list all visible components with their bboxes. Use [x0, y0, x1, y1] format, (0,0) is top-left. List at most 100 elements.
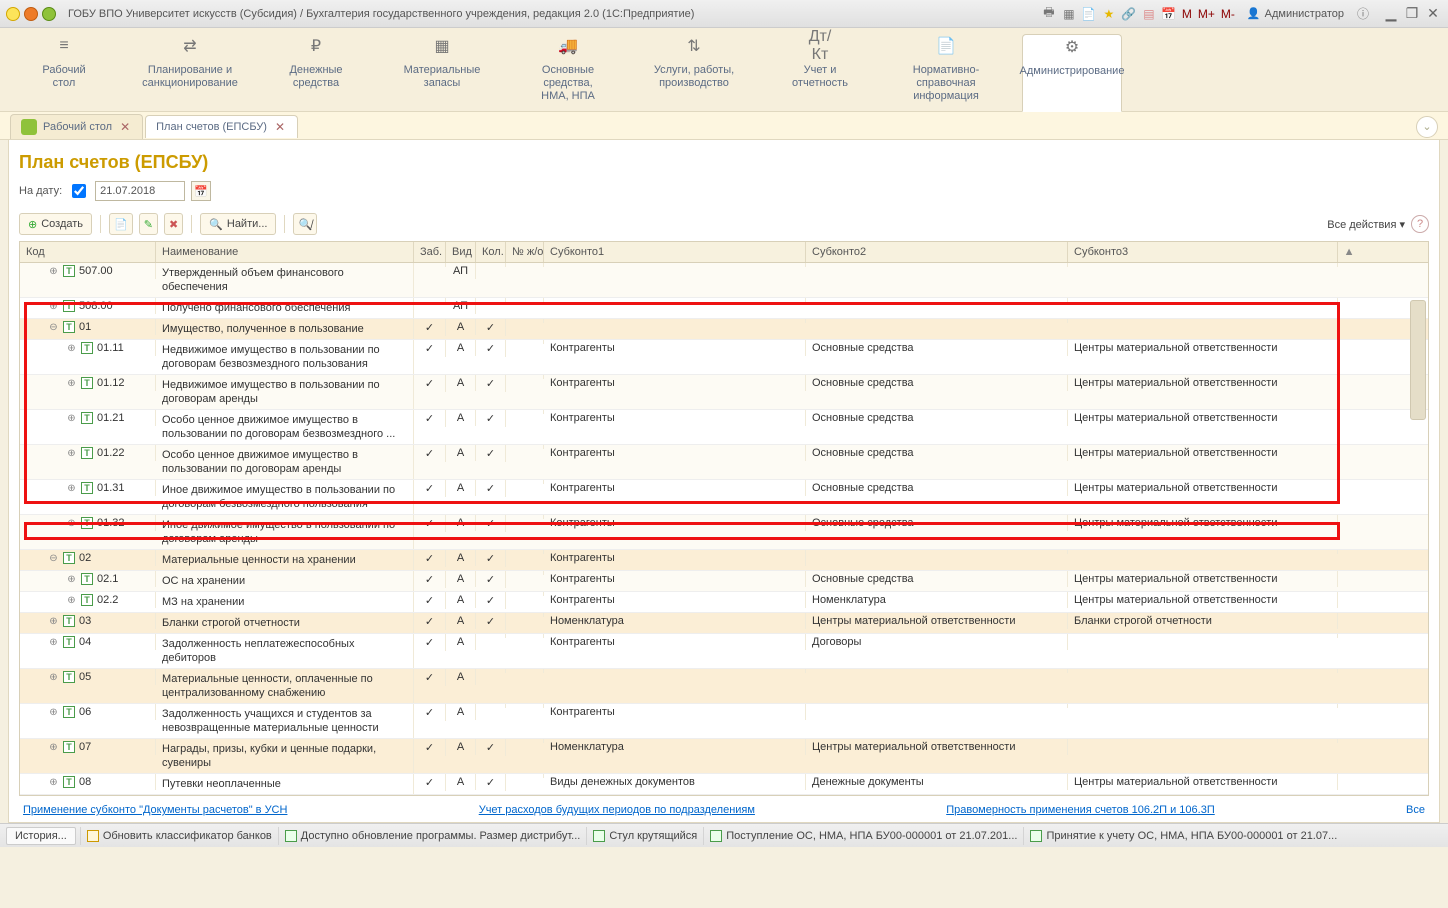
- table-body[interactable]: ⊕T507.00Утвержденный объем финансового о…: [20, 263, 1428, 796]
- col-name[interactable]: Наименование: [156, 242, 414, 262]
- expand-icon[interactable]: ⊕: [66, 343, 77, 354]
- col-kol[interactable]: Кол.: [476, 242, 506, 262]
- table-row[interactable]: ⊕T09Запасные части к транспортным средст…: [20, 795, 1428, 796]
- print-icon[interactable]: 🖶: [1040, 5, 1058, 23]
- star-icon[interactable]: ★: [1100, 5, 1118, 23]
- table-row[interactable]: ⊖T01Имущество, полученное в пользование✓…: [20, 319, 1428, 340]
- ribbon-item-3[interactable]: ▦Материальныезапасы: [392, 34, 492, 111]
- all-actions-button[interactable]: Все действия ▾: [1327, 218, 1405, 231]
- link-accounts-106[interactable]: Правомерность применения счетов 106.2П и…: [946, 804, 1215, 816]
- expand-icon[interactable]: ⊕: [66, 378, 77, 389]
- ribbon-item-6[interactable]: Дт/КтУчет иотчетность: [770, 34, 870, 111]
- expand-icon[interactable]: ⊕: [66, 413, 77, 424]
- status-item[interactable]: Принятие к учету ОС, НМА, НПА БУ00-00000…: [1023, 827, 1343, 845]
- tabbar-more-icon[interactable]: ⌄: [1416, 116, 1438, 138]
- table-row[interactable]: ⊕T05Материальные ценности, оплаченные по…: [20, 669, 1428, 704]
- ribbon-item-0[interactable]: ≡Рабочийстол: [14, 34, 114, 111]
- window-btn-2[interactable]: [42, 7, 56, 21]
- date-checkbox[interactable]: [72, 184, 86, 198]
- table-row[interactable]: ⊕T07Награды, призы, кубки и ценные подар…: [20, 739, 1428, 774]
- ribbon-item-1[interactable]: ⇄Планирование исанкционирование: [140, 34, 240, 111]
- tab-close-icon[interactable]: ✕: [118, 120, 132, 134]
- ribbon-item-2[interactable]: ₽Денежныесредства: [266, 34, 366, 111]
- scroll-up-icon[interactable]: ▲: [1338, 242, 1360, 262]
- table-row[interactable]: ⊕T04Задолженность неплатежеспособных деб…: [20, 634, 1428, 669]
- ribbon-item-7[interactable]: 📄Нормативно-справочнаяинформация: [896, 34, 996, 111]
- table-row[interactable]: ⊕T02.1ОС на хранении✓А✓КонтрагентыОсновн…: [20, 571, 1428, 592]
- delete-button[interactable]: ✖: [164, 213, 183, 235]
- status-item[interactable]: Поступление ОС, НМА, НПА БУ00-000001 от …: [703, 827, 1023, 845]
- close-icon[interactable]: ✕: [1424, 5, 1442, 23]
- calendar-button-icon[interactable]: 📅: [191, 181, 211, 201]
- scroll-thumb[interactable]: [1410, 300, 1426, 420]
- expand-icon[interactable]: ⊕: [66, 448, 77, 459]
- table-row[interactable]: ⊕T03Бланки строгой отчетности✓А✓Номенкла…: [20, 613, 1428, 634]
- table-row[interactable]: ⊕T508.00Получено финансового обеспечения…: [20, 298, 1428, 319]
- edit-button[interactable]: ✎: [139, 213, 158, 235]
- link-usn[interactable]: Применение субконто "Документы расчетов"…: [23, 804, 287, 816]
- table-row[interactable]: ⊕T06Задолженность учащихся и студентов з…: [20, 704, 1428, 739]
- expand-icon[interactable]: ⊕: [66, 518, 77, 529]
- expand-icon[interactable]: ⊕: [48, 301, 59, 312]
- table-row[interactable]: ⊕T01.32Иное движимое имущество в пользов…: [20, 515, 1428, 550]
- create-button[interactable]: ⊕Создать: [19, 213, 92, 235]
- find-button[interactable]: 🔍Найти...: [200, 213, 276, 235]
- table-row[interactable]: ⊕T02.2МЗ на хранении✓А✓КонтрагентыНоменк…: [20, 592, 1428, 613]
- status-item[interactable]: Обновить классификатор банков: [80, 827, 278, 845]
- restore-icon[interactable]: ❐: [1403, 5, 1421, 23]
- status-item[interactable]: Стул крутящийся: [586, 827, 703, 845]
- m-btn[interactable]: M: [1180, 7, 1194, 21]
- expand-icon[interactable]: ⊕: [66, 574, 77, 585]
- calc-icon[interactable]: ▤: [1140, 5, 1158, 23]
- table-row[interactable]: ⊕T01.12Недвижимое имущество в пользовани…: [20, 375, 1428, 410]
- history-button[interactable]: История...: [6, 827, 76, 845]
- user-label[interactable]: 👤 Администратор: [1241, 7, 1350, 20]
- table-row[interactable]: ⊕T01.21Особо ценное движимое имущество в…: [20, 410, 1428, 445]
- col-jo[interactable]: № ж/о: [506, 242, 544, 262]
- ribbon-item-5[interactable]: ⇅Услуги, работы,производство: [644, 34, 744, 111]
- date-input[interactable]: 21.07.2018: [95, 181, 185, 201]
- m-plus-btn[interactable]: M+: [1196, 7, 1217, 21]
- tab-desktop[interactable]: Рабочий стол ✕: [10, 114, 143, 139]
- expand-icon[interactable]: ⊕: [66, 483, 77, 494]
- help-icon[interactable]: ?: [1411, 215, 1429, 233]
- table-row[interactable]: ⊕T01.31Иное движимое имущество в пользов…: [20, 480, 1428, 515]
- grid-icon[interactable]: ▦: [1060, 5, 1078, 23]
- col-zab[interactable]: Заб.: [414, 242, 446, 262]
- table-row[interactable]: ⊕T08Путевки неоплаченные✓А✓Виды денежных…: [20, 774, 1428, 795]
- calendar-icon[interactable]: 📅: [1160, 5, 1178, 23]
- expand-icon[interactable]: ⊕: [48, 672, 59, 683]
- status-item[interactable]: Доступно обновление программы. Размер ди…: [278, 827, 587, 845]
- expand-icon[interactable]: ⊕: [66, 595, 77, 606]
- tab-plan-accounts[interactable]: План счетов (ЕПСБУ) ✕: [145, 115, 298, 138]
- info-icon[interactable]: ⓘ: [1354, 5, 1372, 23]
- ribbon-item-4[interactable]: 🚚Основные средства,НМА, НПА: [518, 34, 618, 111]
- window-btn-1[interactable]: [24, 7, 38, 21]
- link-all[interactable]: Все: [1406, 804, 1425, 816]
- table-row[interactable]: ⊕T507.00Утвержденный объем финансового о…: [20, 263, 1428, 298]
- expand-icon[interactable]: ⊕: [48, 616, 59, 627]
- expand-icon[interactable]: ⊕: [48, 266, 59, 277]
- link-future-expenses[interactable]: Учет расходов будущих периодов по подраз…: [479, 804, 755, 816]
- expand-icon[interactable]: ⊕: [48, 707, 59, 718]
- table-row[interactable]: ⊕T01.11Недвижимое имущество в пользовани…: [20, 340, 1428, 375]
- col-sc1[interactable]: Субконто1: [544, 242, 806, 262]
- m-minus-btn[interactable]: M-: [1219, 7, 1237, 21]
- col-sc2[interactable]: Субконто2: [806, 242, 1068, 262]
- expand-icon[interactable]: ⊕: [48, 777, 59, 788]
- scrollbar[interactable]: [1408, 260, 1428, 796]
- minimize-icon[interactable]: ▁: [1382, 5, 1400, 23]
- table-row[interactable]: ⊖T02Материальные ценности на хранении✓А✓…: [20, 550, 1428, 571]
- tab-close-icon[interactable]: ✕: [273, 120, 287, 134]
- expand-icon[interactable]: ⊖: [48, 322, 59, 333]
- copy-button[interactable]: 📄: [109, 213, 133, 235]
- cancel-find-button[interactable]: 🔍̸: [293, 213, 317, 235]
- ribbon-item-8[interactable]: ⚙Администрирование: [1022, 34, 1122, 112]
- link-icon[interactable]: 🔗: [1120, 5, 1138, 23]
- col-code[interactable]: Код: [20, 242, 156, 262]
- col-vid[interactable]: Вид: [446, 242, 476, 262]
- expand-icon[interactable]: ⊕: [48, 637, 59, 648]
- col-sc3[interactable]: Субконто3: [1068, 242, 1338, 262]
- expand-icon[interactable]: ⊕: [48, 742, 59, 753]
- expand-icon[interactable]: ⊖: [48, 553, 59, 564]
